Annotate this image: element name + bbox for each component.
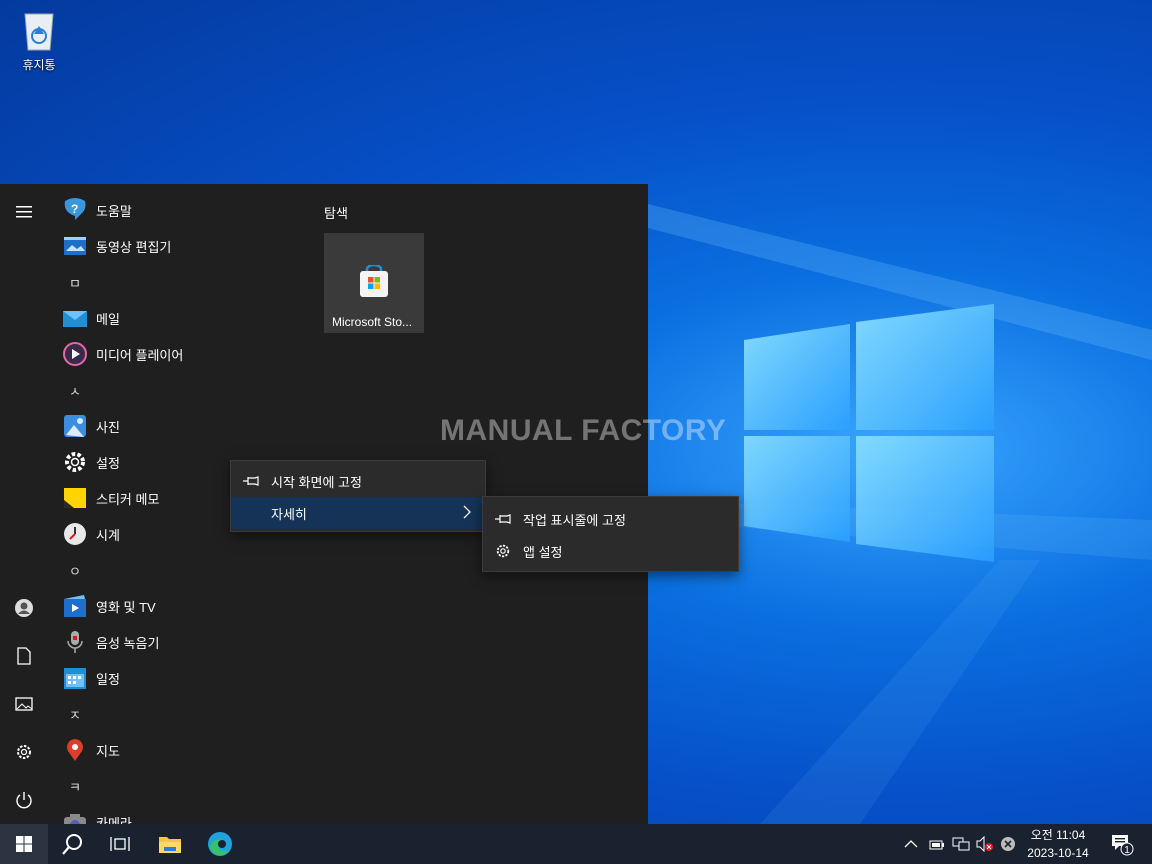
recycle-bin-label: 휴지통 xyxy=(22,58,56,72)
taskbar: 오전 11:04 2023-10-14 1 xyxy=(0,824,1152,864)
mail-icon xyxy=(62,305,88,331)
video-editor-icon xyxy=(62,233,88,259)
app-item-maps[interactable]: 지도 xyxy=(48,732,298,768)
app-item-label: 시계 xyxy=(96,527,120,543)
start-button[interactable] xyxy=(0,824,48,864)
help-icon: ? xyxy=(62,197,88,223)
app-item-label: 영화 및 TV xyxy=(96,599,156,615)
notification-count: 1 xyxy=(1124,845,1130,856)
pin-icon xyxy=(231,476,271,486)
error-status-icon[interactable] xyxy=(1000,824,1016,864)
maps-icon xyxy=(62,737,88,763)
sticky-notes-icon xyxy=(62,485,88,511)
microsoft-store-icon xyxy=(358,263,390,299)
clock[interactable]: 오전 11:04 2023-10-14 xyxy=(1016,826,1100,862)
svg-text:?: ? xyxy=(71,202,78,216)
app-item-label: 카메라 xyxy=(96,815,132,825)
edge-icon xyxy=(208,832,232,856)
app-item-photos[interactable]: 사진 xyxy=(48,408,298,444)
app-item-label: 사진 xyxy=(96,419,120,435)
app-item-label: 설정 xyxy=(96,455,120,471)
windows-start-icon xyxy=(16,836,32,852)
photos-icon xyxy=(62,413,88,439)
power-icon[interactable] xyxy=(0,778,48,822)
tile-microsoft-store[interactable]: Microsoft Sto... xyxy=(324,233,424,333)
app-item-label: 스티커 메모 xyxy=(96,491,160,507)
hamburger-menu-icon[interactable] xyxy=(0,190,48,234)
recycle-bin-shortcut[interactable]: 휴지통 xyxy=(10,8,68,73)
search-button[interactable] xyxy=(48,824,96,864)
letter-header[interactable]: ㅇ xyxy=(48,552,298,588)
clock-icon xyxy=(62,521,88,547)
task-view-button[interactable] xyxy=(96,824,144,864)
app-item-movies-tv[interactable]: 영화 및 TV xyxy=(48,588,298,624)
app-item-voice-recorder[interactable]: 음성 녹음기 xyxy=(48,624,298,660)
letter-header[interactable]: ㅁ xyxy=(48,264,298,300)
task-view-icon xyxy=(110,837,130,851)
app-settings-label: 앱 설정 xyxy=(523,544,563,560)
calendar-icon xyxy=(62,665,88,691)
pin-to-taskbar-item[interactable]: 작업 표시줄에 고정 xyxy=(483,503,738,535)
chevron-up-icon xyxy=(904,840,918,848)
app-item-camera[interactable]: 카메라 xyxy=(48,804,298,824)
app-item-calendar[interactable]: 일정 xyxy=(48,660,298,696)
volume-muted-icon[interactable] xyxy=(976,824,994,864)
letter-header[interactable]: ㅋ xyxy=(48,768,298,804)
user-icon[interactable] xyxy=(0,586,48,630)
app-item-mail[interactable]: 메일 xyxy=(48,300,298,336)
action-center-button[interactable]: 1 xyxy=(1110,824,1134,864)
edge-browser-button[interactable] xyxy=(196,824,244,864)
documents-icon[interactable] xyxy=(0,634,48,678)
chevron-right-icon xyxy=(463,505,471,522)
app-context-menu: 시작 화면에 고정 자세히 xyxy=(230,460,486,532)
search-icon xyxy=(62,834,82,855)
letter-header[interactable]: ㅈ xyxy=(48,696,298,732)
battery-icon[interactable] xyxy=(929,824,945,864)
windows-logo-wallpaper xyxy=(744,304,994,562)
pin-to-start-item[interactable]: 시작 화면에 고정 xyxy=(231,465,485,497)
app-item-label: 도움말 xyxy=(96,203,132,219)
more-submenu: 작업 표시줄에 고정 앱 설정 xyxy=(482,496,739,572)
app-item-video-editor[interactable]: 동영상 편집기 xyxy=(48,228,298,264)
more-label: 자세히 xyxy=(271,506,307,522)
letter-header[interactable]: ㅅ xyxy=(48,372,298,408)
network-icon[interactable] xyxy=(952,824,970,864)
movies-tv-icon xyxy=(62,593,88,619)
media-player-icon xyxy=(62,341,88,367)
camera-icon xyxy=(62,809,88,824)
gear-icon xyxy=(483,543,523,559)
settings-icon xyxy=(62,449,88,475)
app-item-label: 일정 xyxy=(96,671,120,687)
app-settings-item[interactable]: 앱 설정 xyxy=(483,535,738,567)
app-item-label: 지도 xyxy=(96,743,120,759)
app-item-label: 동영상 편집기 xyxy=(96,239,172,255)
app-item-label: 미디어 플레이어 xyxy=(96,347,184,363)
voice-recorder-icon xyxy=(62,629,88,655)
tile-group-label: 탐색 xyxy=(324,206,348,221)
pin-to-taskbar-label: 작업 표시줄에 고정 xyxy=(523,512,626,528)
pin-icon xyxy=(483,514,523,524)
app-item-label: 메일 xyxy=(96,311,120,327)
more-item[interactable]: 자세히 xyxy=(231,497,485,529)
app-item-media-player[interactable]: 미디어 플레이어 xyxy=(48,336,298,372)
show-hidden-icons-button[interactable] xyxy=(904,824,918,864)
clock-date: 2023-10-14 xyxy=(1027,846,1089,860)
app-item-help[interactable]: ? 도움말 xyxy=(48,192,298,228)
app-item-label: 음성 녹음기 xyxy=(96,635,160,651)
pictures-icon[interactable] xyxy=(0,682,48,726)
folder-icon xyxy=(159,837,181,853)
clock-time: 오전 11:04 xyxy=(1030,828,1086,842)
file-explorer-button[interactable] xyxy=(146,824,194,864)
watermark-text: MANUAL FACTORY xyxy=(440,414,727,447)
recycle-bin-icon xyxy=(19,8,59,52)
start-rail xyxy=(0,184,48,824)
tile-label: Microsoft Sto... xyxy=(332,315,413,329)
settings-gear-icon[interactable] xyxy=(0,730,48,774)
pin-to-start-label: 시작 화면에 고정 xyxy=(271,474,362,490)
